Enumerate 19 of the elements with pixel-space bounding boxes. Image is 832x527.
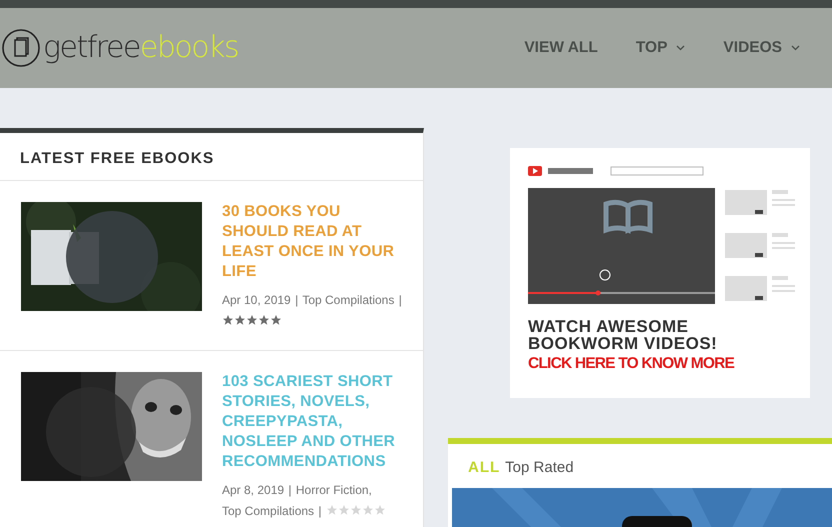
panel-title: Top Rated [505,459,574,476]
nav-link[interactable]: VIDEOS [723,39,800,57]
separator: | [318,504,322,518]
ad-headline: WATCH AWESOME BOOKWORM VIDEOS! [528,318,718,352]
category-link[interactable]: Horror Fiction, [296,483,372,497]
book-logo-icon [1,28,41,68]
category-link[interactable]: Top Compilations [302,293,394,307]
separator: | [288,483,292,497]
ad-call-to-action[interactable]: CLICK HERE TO KNOW MORE [528,355,800,373]
site-logo[interactable]: getfreeebooks [43,33,238,63]
category-link[interactable]: Top Compilations [222,504,314,518]
separator: | [295,293,298,307]
nav-link[interactable]: TOP [636,39,686,57]
nav-link[interactable]: VIEW ALL [524,39,598,57]
post-date: Apr 10, 2019 [222,293,291,307]
video-ad-banner[interactable]: WATCH AWESOME BOOKWORM VIDEOS! CLICK HERE TO KNOW MORE [510,148,810,398]
post-date: Apr 8, 2019 [222,483,284,497]
separator: | [398,293,402,307]
panel-title: LATEST FREE EBOOKS [0,133,423,181]
